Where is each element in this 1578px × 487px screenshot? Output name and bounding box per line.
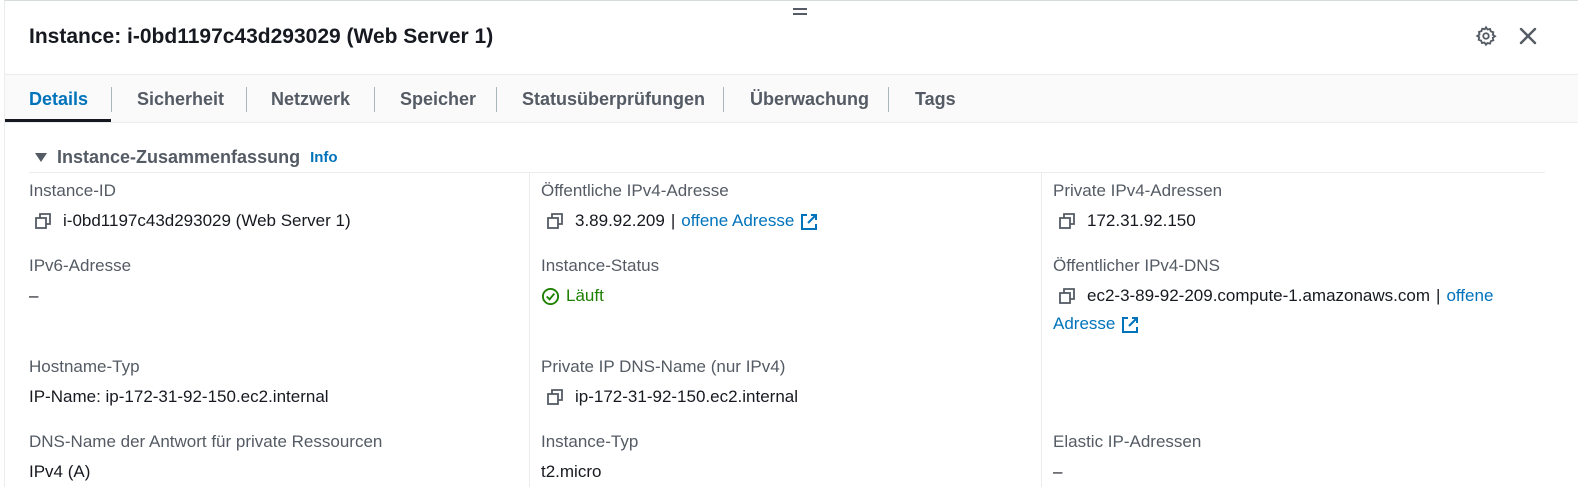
instance-details-panel: Instance: i-0bd1197c43d293029 (Web Serve…	[4, 0, 1578, 487]
field-public-ipv4: Öffentliche IPv4-Adresse 3.89.92.209 | o…	[541, 180, 1031, 235]
tab-statuspruefungen[interactable]: Statusüberprüfungen	[522, 75, 705, 123]
tab-netzwerk[interactable]: Netzwerk	[271, 75, 350, 123]
column-divider	[1041, 173, 1042, 487]
separator: |	[670, 211, 676, 230]
instance-type-value: t2.micro	[541, 462, 602, 481]
copy-icon[interactable]	[1057, 286, 1077, 306]
elastic-ip-value: –	[1053, 462, 1063, 481]
field-elastic-ip: Elastic IP-Adressen –	[1053, 431, 1543, 486]
field-private-ipv4: Private IPv4-Adressen 172.31.92.150	[1053, 180, 1543, 235]
field-label: Instance-Typ	[541, 432, 639, 451]
section-divider	[29, 172, 1545, 173]
column-divider	[529, 173, 530, 487]
status-badge: Läuft	[541, 282, 604, 310]
field-label: Elastic IP-Adressen	[1053, 432, 1202, 451]
field-label: Instance-Status	[541, 256, 660, 275]
private-ipv4-value: 172.31.92.150	[1087, 211, 1196, 230]
tab-sicherheit[interactable]: Sicherheit	[137, 75, 224, 123]
gear-icon[interactable]	[1473, 23, 1499, 49]
tab-separator	[723, 87, 724, 112]
separator: |	[1436, 286, 1441, 305]
check-circle-icon	[541, 287, 560, 305]
tab-bar: Details Sicherheit Netzwerk Speicher Sta…	[5, 74, 1578, 123]
active-tab-indicator	[5, 119, 111, 122]
page-title: Instance: i-0bd1197c43d293029 (Web Serve…	[29, 25, 494, 48]
tab-separator	[888, 87, 889, 112]
panel-header: Instance: i-0bd1197c43d293029 (Web Serve…	[5, 1, 1578, 74]
section-toggle[interactable]: Instance-Zusammenfassung Info	[35, 145, 338, 169]
tab-separator	[374, 87, 375, 112]
field-label: Instance-ID	[29, 181, 116, 200]
external-link-icon	[1121, 316, 1139, 334]
section-title: Instance-Zusammenfassung	[57, 146, 301, 167]
tab-tags[interactable]: Tags	[915, 75, 956, 123]
field-instance-id: Instance-ID i-0bd1197c43d293029 (Web Ser…	[29, 180, 519, 235]
tab-details[interactable]: Details	[29, 75, 88, 123]
open-address-link-label: offene Adresse	[681, 211, 795, 230]
field-label: Öffentlicher IPv4-DNS	[1053, 256, 1220, 275]
tab-separator	[111, 87, 112, 112]
field-dns-answer: DNS-Name der Antwort für private Ressour…	[29, 431, 519, 486]
public-ipv4-value: 3.89.92.209	[575, 211, 665, 230]
hostname-type-value: IP-Name: ip-172-31-92-150.ec2.internal	[29, 387, 329, 406]
field-instance-status: Instance-Status Läuft	[541, 255, 1031, 310]
private-dns-value: ip-172-31-92-150.ec2.internal	[575, 387, 799, 406]
copy-icon[interactable]	[33, 211, 53, 231]
open-address-link[interactable]: Adresse	[1053, 310, 1139, 338]
instance-status-value: Läuft	[566, 286, 604, 305]
copy-icon[interactable]	[1057, 211, 1077, 231]
field-private-dns: Private IP DNS-Name (nur IPv4) ip-172-31…	[541, 356, 1031, 411]
field-label: Private IPv4-Adressen	[1053, 181, 1223, 200]
public-dns-value: ec2-3-89-92-209.compute-1.amazonaws.com	[1087, 286, 1431, 305]
tab-ueberwachung[interactable]: Überwachung	[750, 75, 869, 123]
field-ipv6: IPv6-Adresse –	[29, 255, 519, 310]
caret-down-icon	[35, 152, 47, 162]
external-link-icon	[800, 213, 818, 231]
ipv6-value: –	[29, 286, 39, 305]
field-label: Öffentliche IPv4-Adresse	[541, 181, 729, 200]
field-label: IPv6-Adresse	[29, 256, 132, 275]
field-instance-type: Instance-Typ t2.micro	[541, 431, 1031, 486]
field-hostname-type: Hostname-Typ IP-Name: ip-172-31-92-150.e…	[29, 356, 519, 411]
open-address-link-part1[interactable]: offene	[1446, 282, 1493, 310]
copy-icon[interactable]	[545, 387, 565, 407]
tab-separator	[246, 87, 247, 112]
tab-separator	[496, 87, 497, 112]
field-public-dns: Öffentlicher IPv4-DNS ec2-3-89-92-209.co…	[1053, 255, 1533, 338]
open-address-link-label: Adresse	[1053, 314, 1116, 333]
instance-id-value: i-0bd1197c43d293029 (Web Server 1)	[63, 211, 351, 230]
field-label: DNS-Name der Antwort für private Ressour…	[29, 432, 383, 451]
open-address-link[interactable]: offene Adresse	[681, 207, 818, 235]
field-label: Hostname-Typ	[29, 357, 140, 376]
close-icon[interactable]	[1515, 23, 1541, 49]
field-label: Private IP DNS-Name (nur IPv4)	[541, 357, 786, 376]
info-link[interactable]: Info	[310, 149, 338, 166]
copy-icon[interactable]	[545, 211, 565, 231]
tab-speicher[interactable]: Speicher	[400, 75, 476, 123]
dns-answer-value: IPv4 (A)	[29, 462, 91, 481]
